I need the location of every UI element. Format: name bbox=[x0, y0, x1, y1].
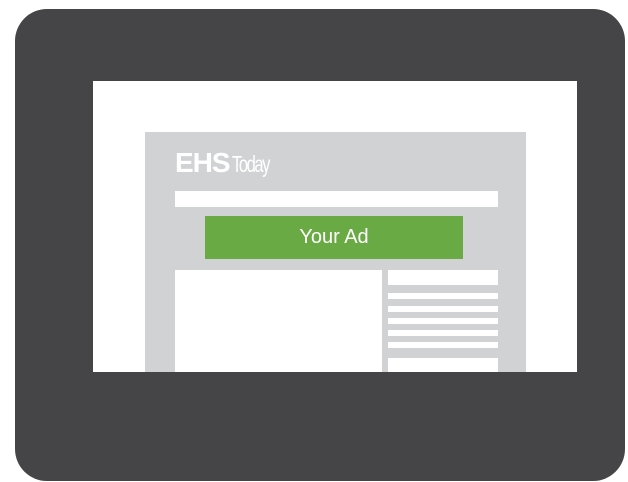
ad-banner[interactable]: Your Ad bbox=[205, 216, 463, 259]
logo-bold-text: EHS bbox=[175, 147, 231, 178]
nav-bar-placeholder bbox=[175, 191, 498, 207]
logo-light-text: Today bbox=[231, 151, 270, 177]
sidebar-line bbox=[388, 293, 498, 299]
website-mockup: EHS Today Your Ad bbox=[145, 132, 526, 372]
site-logo: EHS Today bbox=[175, 147, 283, 179]
sidebar-line bbox=[388, 358, 498, 372]
ad-label: Your Ad bbox=[299, 226, 369, 248]
sidebar-line bbox=[388, 318, 498, 324]
main-content-placeholder bbox=[175, 270, 382, 372]
tablet-frame: EHS Today Your Ad bbox=[15, 9, 625, 481]
sidebar-line bbox=[388, 306, 498, 312]
tablet-screen: EHS Today Your Ad bbox=[93, 81, 577, 372]
sidebar-line bbox=[388, 270, 498, 285]
sidebar-line bbox=[388, 330, 498, 336]
sidebar-line bbox=[388, 342, 498, 348]
